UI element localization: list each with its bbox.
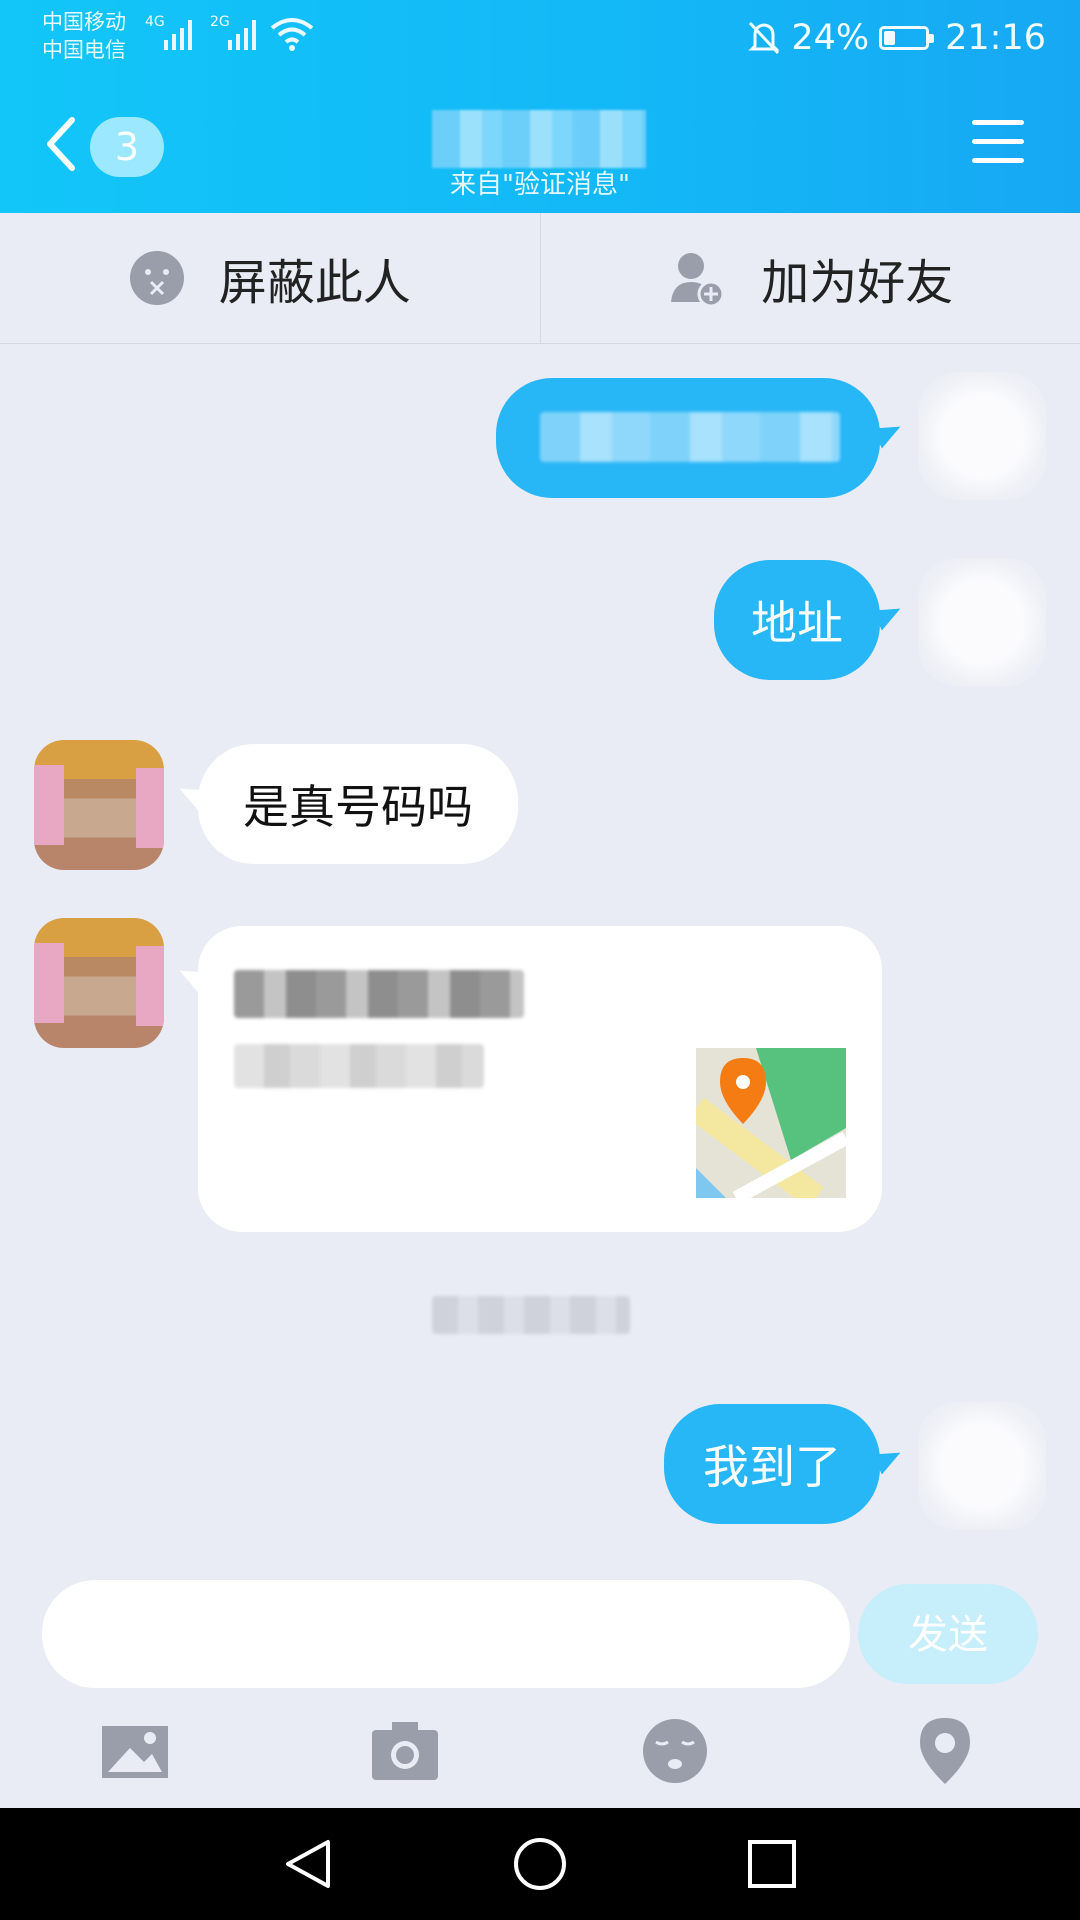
- add-friend-button[interactable]: 加为好友: [539, 213, 1080, 343]
- blurred-text: [540, 412, 840, 462]
- my-avatar[interactable]: [918, 1402, 1046, 1530]
- status-right: 24% 21:16: [747, 14, 1046, 62]
- message-bubble-outgoing[interactable]: [496, 378, 880, 498]
- location-card[interactable]: [198, 926, 882, 1232]
- block-face-icon: [129, 251, 184, 305]
- message-text: 我到了: [703, 1440, 841, 1494]
- carrier-info: 中国移动 中国电信: [42, 8, 126, 64]
- header-subtitle: 来自"验证消息": [450, 170, 630, 200]
- contact-name-blurred: [432, 110, 646, 168]
- message-bubble-outgoing[interactable]: 地址: [714, 560, 880, 680]
- message-text: 是真号码吗: [243, 780, 473, 834]
- message-bubble-incoming[interactable]: 是真号码吗: [198, 744, 518, 864]
- image-icon[interactable]: [100, 1716, 170, 1786]
- system-navigation-bar: [0, 1808, 1080, 1920]
- battery-icon: [879, 26, 935, 50]
- carrier-1: 中国移动: [42, 10, 126, 34]
- action-bar: 屏蔽此人 加为好友: [0, 213, 1080, 344]
- clock: 21:16: [945, 18, 1046, 58]
- camera-icon[interactable]: [370, 1716, 440, 1786]
- my-avatar[interactable]: [918, 558, 1046, 686]
- nav-home-icon[interactable]: [512, 1836, 568, 1892]
- location-pin-icon[interactable]: [910, 1716, 980, 1786]
- wifi-icon: [270, 18, 314, 51]
- menu-icon[interactable]: [972, 120, 1024, 177]
- location-address-blurred: [234, 1044, 484, 1088]
- send-button[interactable]: 发送: [858, 1584, 1038, 1684]
- signal-icon: [164, 20, 192, 50]
- mute-bell-icon: [748, 21, 780, 55]
- carrier-2: 中国电信: [42, 38, 126, 62]
- contact-avatar[interactable]: [34, 740, 164, 870]
- signal-icon-2: [228, 20, 256, 50]
- timestamp-blurred: [432, 1296, 630, 1334]
- nav-recents-icon[interactable]: [744, 1836, 800, 1892]
- emoji-icon[interactable]: [640, 1716, 710, 1786]
- message-bubble-outgoing[interactable]: 我到了: [664, 1404, 880, 1524]
- contact-avatar[interactable]: [34, 918, 164, 1048]
- block-user-label: 屏蔽此人: [218, 255, 411, 311]
- map-thumbnail-icon: [696, 1048, 846, 1198]
- add-friend-icon: [671, 253, 725, 306]
- message-input[interactable]: [42, 1580, 850, 1688]
- add-friend-label: 加为好友: [761, 255, 954, 311]
- chat-header: 中国移动 中国电信 4G 2G 24% 21:16 3 来自"验证消息": [0, 0, 1080, 213]
- block-user-button[interactable]: 屏蔽此人: [0, 213, 540, 343]
- location-title-blurred: [234, 970, 524, 1018]
- my-avatar[interactable]: [918, 372, 1046, 500]
- battery-percent: 24%: [791, 18, 870, 58]
- message-text: 地址: [751, 596, 843, 650]
- nav-back-icon[interactable]: [280, 1836, 336, 1892]
